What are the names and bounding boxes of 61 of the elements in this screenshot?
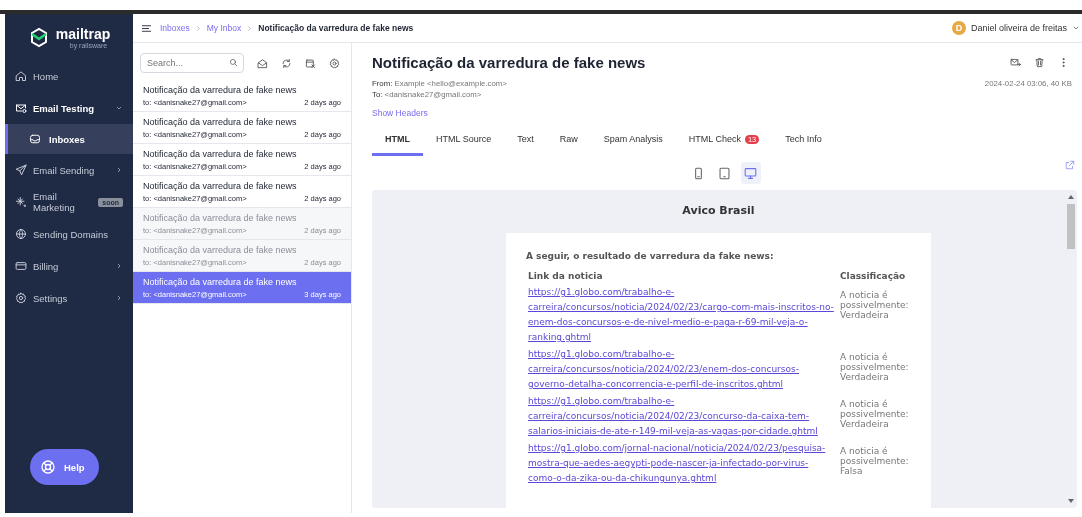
search-icon <box>229 58 238 67</box>
gear-icon <box>15 292 27 304</box>
classification-cell-text: A noticia é possivelmente: Verdadeira <box>839 351 910 384</box>
scroll-down-icon[interactable] <box>1068 499 1074 504</box>
email-intro: A seguir, o resultado de varredura da fake news: <box>526 251 775 261</box>
envelope-gear-icon <box>15 102 27 114</box>
breadcrumb-separator-icon <box>194 24 202 32</box>
breadcrumb-link[interactable]: Inboxes <box>160 23 190 33</box>
tab[interactable]: Spam Analysis <box>590 127 676 156</box>
chevron-icon[interactable] <box>1072 24 1080 32</box>
message-subject: Notificação da varredura de fake news <box>143 149 298 159</box>
email-heading: Avico Brasil <box>682 204 755 217</box>
globe-icon <box>15 228 27 240</box>
tab[interactable]: HTML Source <box>423 127 505 156</box>
column-header: Classificação <box>839 271 907 283</box>
column-header: Link da noticia <box>527 271 604 283</box>
trash-icon[interactable] <box>1034 57 1045 68</box>
tab[interactable]: HTML <box>372 127 423 156</box>
home-icon <box>15 70 27 82</box>
nav-subitem[interactable]: Inboxes <box>5 124 133 154</box>
tab[interactable]: Raw <box>546 127 591 156</box>
search-field[interactable]: Search... <box>140 53 244 73</box>
breadcrumb-separator-icon <box>246 24 254 32</box>
message-subject: Notificação da varredura de fake news <box>143 117 298 127</box>
forward-mail-icon[interactable] <box>1010 57 1021 68</box>
tab[interactable]: Tech Info <box>772 127 835 156</box>
refresh-icon[interactable] <box>281 57 292 69</box>
user-name[interactable]: Daniel oliveira de freitas <box>970 23 1067 33</box>
menu-icon[interactable] <box>141 22 152 34</box>
lifebuoy-icon <box>40 459 56 475</box>
show-headers-link[interactable]: Show Headers <box>372 108 428 118</box>
nav-item[interactable]: Sending Domains <box>5 218 133 250</box>
nav-item[interactable]: Billing <box>5 250 133 282</box>
nav-item[interactable]: Email Sending <box>5 154 133 186</box>
nav-item[interactable]: Settings <box>5 282 133 314</box>
news-link[interactable]: https://g1.globo.com/jornal-nacional/noticia/2024/02/23/pesquisa-mostra-que-aedes-aegypti-pode-nascer-ja-infectado-por-virus-como-o-da-zika-ou-da-chikungunya.ghtml <box>528 441 836 486</box>
message-subject: Notificação da varredura de fake news <box>143 245 298 255</box>
settings-icon[interactable] <box>329 57 340 69</box>
message-subject: Notificação da varredura de fake news <box>143 85 298 95</box>
scrollbar-thumb[interactable] <box>1067 204 1075 249</box>
card-icon <box>15 260 27 272</box>
sparkle-icon <box>15 196 27 208</box>
message-subject: Notificação da varredura de fake news <box>143 213 298 223</box>
message-subject: Notificação da varredura de fake news <box>143 181 298 191</box>
inbox-icon <box>29 133 41 145</box>
message-title: Notificação da varredura de fake news <box>372 54 647 71</box>
breadcrumb-link[interactable]: My Inbox <box>206 23 242 33</box>
classification-cell-text: A noticia é possivelmente: Verdadeira <box>839 289 910 322</box>
paper-plane-icon <box>15 164 27 176</box>
clear-inbox-icon[interactable] <box>305 57 316 69</box>
message-subject: Notificação da varredura de fake news <box>143 277 298 287</box>
envelope-open-icon[interactable] <box>257 57 268 69</box>
logo-name: mailtrap <box>55 25 111 42</box>
classification-cell-text: A noticia é possivelmente: Verdadeira <box>839 398 910 431</box>
tab[interactable]: Text <box>504 127 547 156</box>
help-button[interactable]: Help <box>30 449 99 485</box>
classification-cell-text: A noticia é possivelmente: Falsa <box>839 445 910 478</box>
monitor-icon[interactable] <box>740 162 761 184</box>
nav-item[interactable]: Email Testing <box>5 92 133 124</box>
nav-item[interactable]: Home <box>5 60 133 92</box>
scroll-up-icon[interactable] <box>1068 194 1074 199</box>
